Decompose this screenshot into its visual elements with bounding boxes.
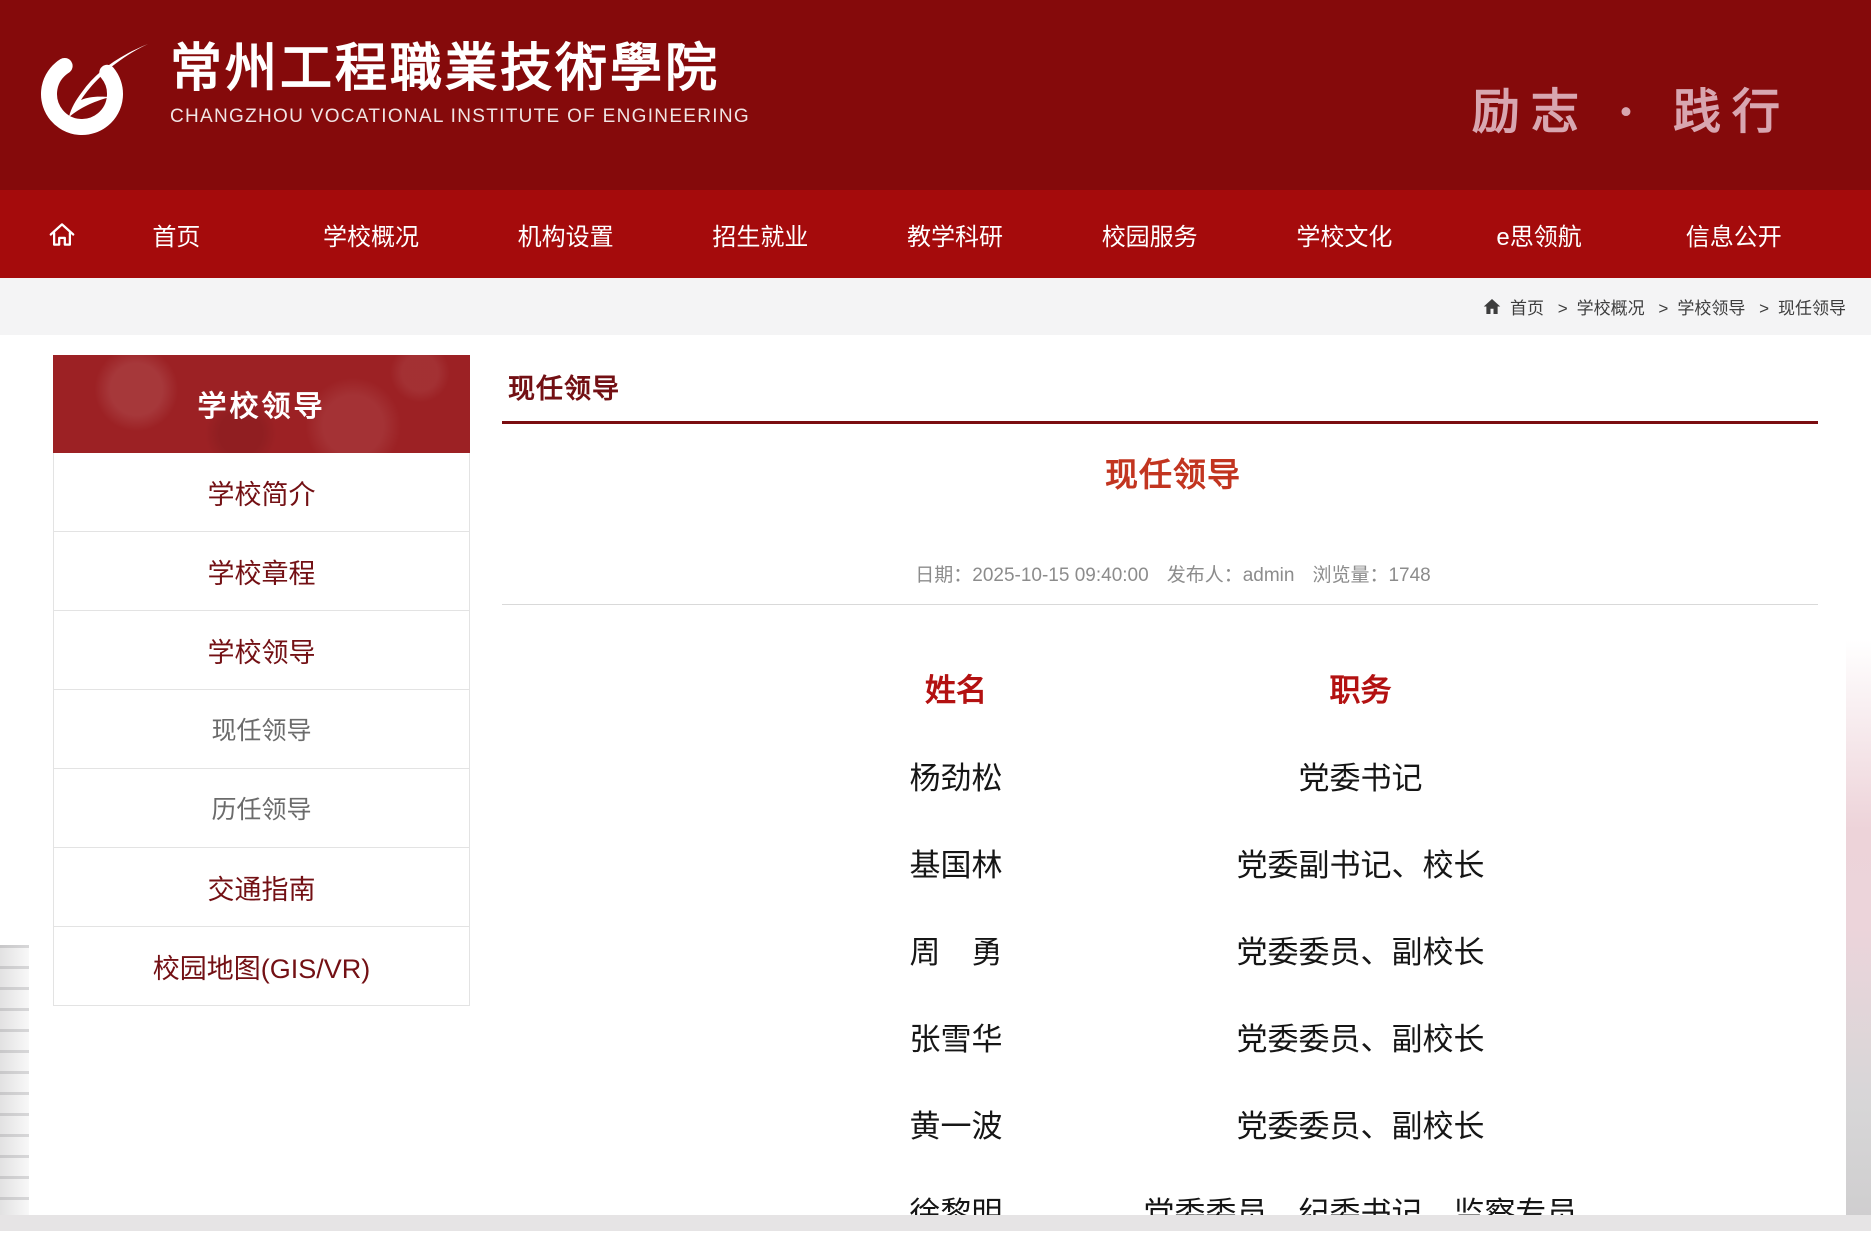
nav-item[interactable]: 校园服务 — [1052, 217, 1247, 252]
table-row: 杨劲松 党委书记 — [769, 732, 1578, 819]
nav-item[interactable]: e思领航 — [1442, 217, 1637, 252]
meta-views-value: 1748 — [1388, 565, 1431, 586]
table-body: 杨劲松 党委书记 基国林 党委副书记、校长 周 勇 党委委员、副校长 张雪华 党… — [769, 732, 1578, 1254]
article-title: 现任领导 — [1105, 456, 1241, 493]
leader-position-cell: 党委委员、纪委书记、监察专员 — [1143, 1196, 1578, 1231]
sidebar-item[interactable]: 交通指南 — [53, 848, 470, 927]
footer-band — [0, 1215, 1871, 1231]
leader-position-cell: 党委委员、副校长 — [1236, 935, 1485, 970]
table-row: 周 勇 党委委员、副校长 — [769, 906, 1578, 993]
table-header-name: 姓名 — [925, 673, 987, 708]
meta-date-label: 日期： — [915, 565, 973, 586]
breadcrumb-item[interactable]: 学校领导 — [1677, 299, 1745, 318]
nav-item[interactable]: 学校概况 — [274, 217, 469, 252]
leader-position-cell: 党委委员、副校长 — [1236, 1022, 1485, 1057]
brand-text: 常州工程職業技術學院 CHANGZHOU VOCATIONAL INSTITUT… — [170, 38, 750, 128]
table-row: 徐黎明 党委委员、纪委书记、监察专员 — [769, 1167, 1578, 1254]
table-header-row: 姓名 职务 — [769, 645, 1578, 732]
meta-date-value: 2025-10-15 09:40:00 — [972, 565, 1149, 586]
content: 现任领导 现任领导 日期：2025-10-15 09:40:00 发布人：admi… — [500, 335, 1846, 1254]
sidebar-menu: 学校简介 学校章程 学校领导 现任领导 历任领导 交通指南 校园地图(GIS/V… — [53, 453, 470, 1006]
nav-items: 首页 学校概况 机构设置 招生就业 教学科研 校园服务 学校文化 e思领航 信息… — [79, 217, 1831, 252]
site-header: 常州工程職業技術學院 CHANGZHOU VOCATIONAL INSTITUT… — [0, 0, 1871, 190]
nav-item[interactable]: 教学科研 — [858, 217, 1053, 252]
nav-item[interactable]: 学校文化 — [1247, 217, 1442, 252]
sidebar-item[interactable]: 学校简介 — [53, 453, 470, 532]
meta-publisher: 发布人：admin — [1167, 565, 1295, 586]
sidebar-header: 学校领导 — [53, 355, 470, 453]
nav-item[interactable]: 信息公开 — [1636, 217, 1831, 252]
leader-name-cell: 张雪华 — [909, 1022, 1003, 1057]
breadcrumb-item[interactable]: 学校概况 — [1577, 299, 1645, 318]
sidebar-item[interactable]: 学校领导 — [53, 611, 470, 690]
breadcrumb-home-icon[interactable] — [1483, 298, 1501, 315]
sidebar: 学校领导 学校简介 学校章程 学校领导 现任领导 历任领导 交通指南 校园地图(… — [53, 355, 470, 1006]
institute-name-cn: 常州工程職業技術學院 — [170, 38, 721, 99]
nav-item[interactable]: 招生就业 — [663, 217, 858, 252]
brand-lockup[interactable]: 常州工程職業技術學院 CHANGZHOU VOCATIONAL INSTITUT… — [30, 38, 750, 138]
leader-position-cell: 党委委员、副校长 — [1236, 1109, 1485, 1144]
breadcrumb-separator: > — [1759, 299, 1769, 318]
meta-views: 浏览量：1748 — [1312, 565, 1430, 586]
bg-pink-texture — [1846, 640, 1871, 1215]
meta-publisher-label: 发布人： — [1166, 565, 1243, 586]
motto-text: 励志 · 践行 — [1471, 84, 1791, 140]
table-row: 黄一波 党委委员、副校长 — [769, 1080, 1578, 1167]
nav-home-icon[interactable] — [45, 221, 79, 248]
breadcrumb-item-group: 现任领导 — [1778, 294, 1846, 319]
sidebar-item[interactable]: 校园地图(GIS/VR) — [53, 927, 470, 1006]
table-row: 基国林 党委副书记、校长 — [769, 819, 1578, 906]
table-row: 张雪华 党委委员、副校长 — [769, 993, 1578, 1080]
leader-position-cell: 党委书记 — [1298, 761, 1423, 796]
sidebar-item[interactable]: 现任领导 — [53, 690, 470, 769]
breadcrumb-item[interactable]: 首页 — [1510, 299, 1544, 318]
leader-position-cell: 党委副书记、校长 — [1236, 848, 1485, 883]
breadcrumb-separator: > — [1658, 299, 1669, 318]
leader-name-cell: 黄一波 — [909, 1109, 1003, 1144]
breadcrumb-trail: 首页 > 学校概况 > 学校领导 > 现任领导 — [1510, 294, 1846, 319]
article-meta: 日期：2025-10-15 09:40:00 发布人：admin 浏览量：1748 — [500, 560, 1846, 587]
institute-logo-icon — [41, 44, 148, 135]
leaders-table: 姓名 职务 杨劲松 党委书记 基国林 党委副书记、校长 周 勇 党委委员、副校长… — [769, 645, 1578, 1254]
breadcrumb-separator: > — [1557, 299, 1568, 318]
meta-publisher-value: admin — [1242, 565, 1295, 586]
institute-name-en: CHANGZHOU VOCATIONAL INSTITUTE OF ENGINE… — [170, 105, 750, 127]
main-nav: 首页 学校概况 机构设置 招生就业 教学科研 校园服务 学校文化 e思领航 信息… — [0, 190, 1871, 278]
breadcrumb-item-group: 首页 > — [1510, 294, 1577, 319]
breadcrumb: 首页 > 学校概况 > 学校领导 > 现任领导 — [0, 278, 1871, 335]
meta-views-label: 浏览量： — [1312, 565, 1389, 586]
breadcrumb-item[interactable]: 现任领导 — [1778, 299, 1846, 318]
meta-date: 日期：2025-10-15 09:40:00 — [915, 565, 1148, 586]
meta-divider — [502, 604, 1818, 605]
breadcrumb-item-group: 学校概况 > — [1577, 294, 1678, 319]
leader-name-cell: 杨劲松 — [909, 761, 1003, 796]
section-title: 现任领导 — [508, 374, 620, 404]
breadcrumb-item-group: 学校领导 > — [1677, 294, 1778, 319]
nav-item[interactable]: 机构设置 — [468, 217, 663, 252]
nav-item[interactable]: 首页 — [79, 217, 274, 252]
leader-name-cell: 周 勇 — [909, 935, 1003, 970]
section-divider — [502, 421, 1818, 424]
page-body: 学校领导 学校简介 学校章程 学校领导 现任领导 历任领导 交通指南 校园地图(… — [30, 335, 1846, 1231]
table-header-position: 职务 — [1329, 673, 1392, 708]
sidebar-item[interactable]: 历任领导 — [53, 769, 470, 848]
bg-building-texture — [0, 945, 29, 1215]
leader-name-cell: 基国林 — [909, 848, 1003, 883]
leader-name-cell: 徐黎明 — [909, 1196, 1003, 1231]
sidebar-item[interactable]: 学校章程 — [53, 532, 470, 611]
